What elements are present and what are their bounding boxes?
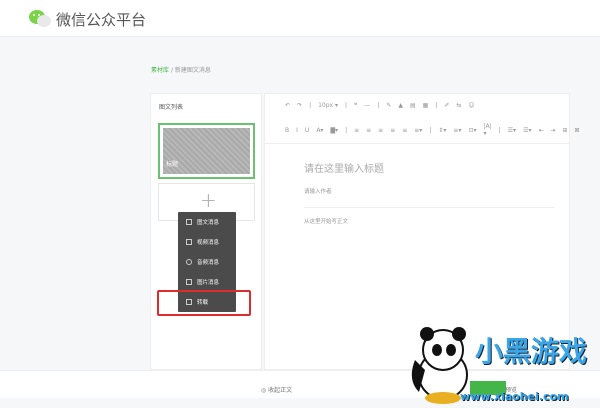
toolbar-button[interactable]: ▤: [410, 102, 416, 109]
toolbar-button[interactable]: ↶: [285, 102, 290, 109]
toolbar-button[interactable]: ▦: [423, 102, 429, 109]
toolbar-button[interactable]: ≡: [402, 127, 407, 134]
toolbar-button[interactable]: |: [345, 127, 347, 134]
app-title: 微信公众平台: [56, 11, 147, 29]
toolbar-button[interactable]: ☺: [468, 102, 474, 109]
menu-label: 图片消息: [197, 280, 220, 286]
collapse-body-button[interactable]: ◎ 收起正文: [261, 385, 292, 394]
article-cover-card[interactable]: 标题: [158, 123, 255, 179]
toolbar-button[interactable]: ✐: [444, 102, 449, 109]
editor-toolbar: ↶ ↷ | 10px ▾ | ❝ — | ✎ ▲ ▤ ▦ | ✐ ⇆ ☺ B I U A▾ ▇▾ | ≡ ≡ ≡ ≡ ≡ ≡▾ | ⇕▾…: [265, 94, 580, 144]
divider: [304, 207, 554, 208]
toolbar-button[interactable]: |: [499, 127, 501, 134]
toolbar-button[interactable]: ↷: [297, 102, 302, 109]
toolbar-button[interactable]: ≡: [378, 127, 383, 134]
toolbar-button[interactable]: |: [435, 102, 437, 109]
toolbar-button[interactable]: |: [429, 127, 431, 134]
toolbar-button[interactable]: A▾: [316, 127, 323, 134]
panel-title: 图文列表: [159, 104, 184, 111]
title-input[interactable]: 请在这里输入标题: [304, 160, 384, 175]
image-icon: [186, 279, 192, 285]
breadcrumb-root[interactable]: 素材库: [151, 67, 169, 74]
menu-label: 图文消息: [197, 220, 220, 226]
highlight-box: [157, 290, 251, 316]
watermark-url: www.xiaohei.com: [460, 390, 569, 403]
toolbar-button[interactable]: ❝: [354, 102, 357, 109]
menu-label: 音频消息: [197, 260, 220, 266]
toolbar-button[interactable]: ▇▾: [330, 127, 338, 134]
toolbar-button[interactable]: ⇆: [456, 102, 461, 109]
article-icon: [186, 219, 192, 225]
toolbar-button[interactable]: |A|▾: [483, 123, 491, 137]
toolbar-button[interactable]: ☰▾: [508, 127, 516, 134]
toolbar-button[interactable]: |: [345, 102, 347, 109]
toolbar-button[interactable]: |: [309, 102, 311, 109]
toolbar-button[interactable]: B: [285, 127, 289, 134]
toolbar-button[interactable]: ≡: [390, 127, 395, 134]
author-input[interactable]: 请输入作者: [304, 187, 332, 195]
toolbar-button[interactable]: ≡: [366, 127, 371, 134]
toolbar-button[interactable]: ☰▾: [523, 127, 531, 134]
toolbar-button[interactable]: ⊠: [575, 127, 580, 134]
wechat-logo-icon: [29, 10, 51, 27]
toolbar-button[interactable]: ≡: [354, 127, 359, 134]
toolbar-button[interactable]: ≡▾: [453, 127, 461, 134]
toolbar-button[interactable]: ▲: [398, 102, 403, 109]
toolbar-button[interactable]: 10px ▾: [318, 102, 338, 109]
toolbar-button[interactable]: ✎: [386, 102, 391, 109]
menu-item-video[interactable]: 视频消息: [178, 232, 236, 252]
toolbar-button[interactable]: ≡▾: [414, 127, 422, 134]
toolbar-button[interactable]: ⊞: [563, 127, 568, 134]
breadcrumb-sep: /: [170, 67, 173, 74]
toolbar-button[interactable]: ⇕▾: [438, 127, 446, 134]
body-input[interactable]: 从这里开始写正文: [304, 217, 348, 225]
toolbar-button[interactable]: ⇥: [550, 127, 555, 134]
breadcrumb-current: 新建图文消息: [174, 67, 211, 74]
menu-item-article[interactable]: 图文消息: [178, 212, 236, 232]
video-icon: [186, 239, 192, 245]
toolbar-button[interactable]: |: [377, 102, 379, 109]
menu-item-audio[interactable]: 音频消息: [178, 252, 236, 272]
breadcrumb: 素材库 / 新建图文消息: [151, 65, 211, 74]
menu-item-image[interactable]: 图片消息: [178, 272, 236, 292]
toolbar-button[interactable]: ⇤: [538, 127, 543, 134]
menu-label: 视频消息: [197, 240, 220, 246]
toolbar-button[interactable]: I: [296, 127, 298, 134]
plus-icon: +: [200, 188, 217, 212]
toolbar-button[interactable]: ⊡▾: [468, 127, 476, 134]
watermark-text: 小黑游戏: [475, 335, 588, 368]
watermark-logo: 小黑游戏 www.xiaohei.com: [405, 320, 600, 404]
toolbar-button[interactable]: —: [364, 102, 370, 109]
cover-label: 标题: [166, 161, 179, 168]
mic-icon: [186, 259, 192, 265]
toolbar-button[interactable]: U: [305, 127, 309, 134]
header: 微信公众平台: [0, 0, 600, 37]
